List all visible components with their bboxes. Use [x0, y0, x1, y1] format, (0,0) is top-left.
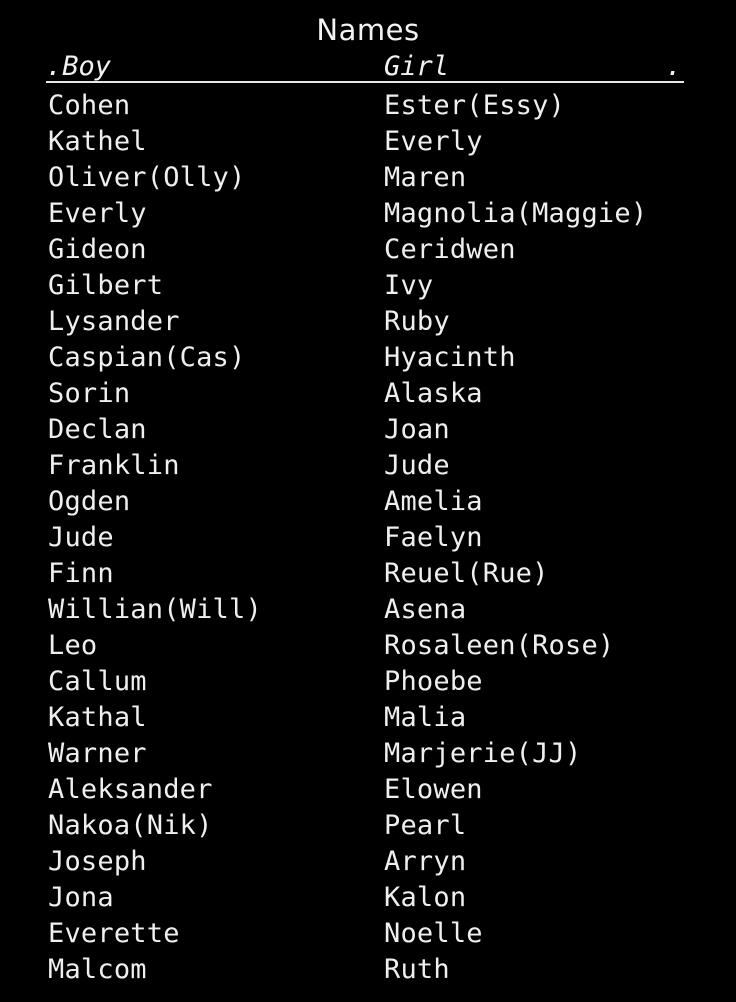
name-cell-boy: Sorin — [48, 378, 131, 409]
name-cell-girl: Hyacinth — [384, 342, 516, 373]
table-row: Kathal Malia — [0, 700, 736, 736]
names-list-page: Names .Boy Girl . Cohen Ester(Essy) Kathel… — [0, 0, 736, 1002]
table-row: Willian(Will) Asena — [0, 592, 736, 628]
name-cell-girl: Asena — [384, 594, 467, 625]
table-row: Jona Kalon — [0, 880, 736, 916]
table-row: Aleksander Elowen — [0, 772, 736, 808]
name-cell-boy: Ogden — [48, 486, 131, 517]
table-row: Jude Faelyn — [0, 520, 736, 556]
name-cell-boy: Declan — [48, 414, 147, 445]
table-row: Gilbert Ivy — [0, 268, 736, 304]
column-header-boy: .Boy — [46, 51, 112, 82]
table-row: Cohen Ester(Essy) — [0, 88, 736, 124]
table-row: Warner Marjerie(JJ) — [0, 736, 736, 772]
name-cell-girl: Ruby — [384, 306, 450, 337]
name-cell-girl: Reuel(Rue) — [384, 558, 549, 589]
name-cell-girl: Phoebe — [384, 666, 483, 697]
name-cell-boy: Finn — [48, 558, 114, 589]
name-cell-boy: Everly — [48, 198, 147, 229]
name-cell-girl: Noelle — [384, 918, 483, 949]
name-cell-girl: Ruth — [384, 954, 450, 985]
column-header-girl: Girl — [384, 51, 450, 82]
table-row: Callum Phoebe — [0, 664, 736, 700]
name-cell-boy: Caspian(Cas) — [48, 342, 246, 373]
table-row: Everette Noelle — [0, 916, 736, 952]
name-cell-girl: Alaska — [384, 378, 483, 409]
name-cell-girl: Rosaleen(Rose) — [384, 630, 615, 661]
name-cell-boy: Callum — [48, 666, 147, 697]
table-row: Nakoa(Nik) Pearl — [0, 808, 736, 844]
table-row: Declan Joan — [0, 412, 736, 448]
name-cell-boy: Joseph — [48, 846, 147, 877]
name-cell-girl: Pearl — [384, 810, 467, 841]
name-cell-boy: Gideon — [48, 234, 147, 265]
name-cell-boy: Oliver(Olly) — [48, 162, 246, 193]
name-cell-girl: Elowen — [384, 774, 483, 805]
page-title: Names — [316, 13, 420, 47]
name-cell-girl: Magnolia(Maggie) — [384, 198, 648, 229]
table-row: Franklin Jude — [0, 448, 736, 484]
name-cell-boy: Malcom — [48, 954, 147, 985]
name-cell-boy: Kathel — [48, 126, 147, 157]
table-row: Kathel Everly — [0, 124, 736, 160]
name-cell-boy: Jude — [48, 522, 114, 553]
table-row: Everly Magnolia(Maggie) — [0, 196, 736, 232]
header-underline-divider — [46, 81, 684, 83]
table-row: Oliver(Olly) Maren — [0, 160, 736, 196]
header-trailing-mark: . — [665, 51, 682, 82]
name-cell-boy: Nakoa(Nik) — [48, 810, 213, 841]
column-headers: .Boy Girl . — [46, 52, 684, 82]
name-cell-boy: Lysander — [48, 306, 180, 337]
table-row: Finn Reuel(Rue) — [0, 556, 736, 592]
name-cell-girl: Arryn — [384, 846, 467, 877]
name-cell-girl: Amelia — [384, 486, 483, 517]
name-cell-girl: Kalon — [384, 882, 467, 913]
name-cell-boy: Franklin — [48, 450, 180, 481]
name-cell-girl: Faelyn — [384, 522, 483, 553]
name-cell-girl: Jude — [384, 450, 450, 481]
name-cell-boy: Leo — [48, 630, 98, 661]
name-cell-boy: Cohen — [48, 90, 131, 121]
table-row: Malcom Ruth — [0, 952, 736, 988]
name-cell-boy: Warner — [48, 738, 147, 769]
name-cell-girl: Everly — [384, 126, 483, 157]
name-cell-girl: Malia — [384, 702, 467, 733]
name-cell-girl: Maren — [384, 162, 467, 193]
name-cell-girl: Joan — [384, 414, 450, 445]
names-table: Cohen Ester(Essy) Kathel Everly Oliver(Olly)… — [0, 88, 736, 988]
table-row: Sorin Alaska — [0, 376, 736, 412]
name-cell-boy: Willian(Will) — [48, 594, 262, 625]
name-cell-girl: Ivy — [384, 270, 434, 301]
name-cell-girl: Ester(Essy) — [384, 90, 566, 121]
table-row: Joseph Arryn — [0, 844, 736, 880]
name-cell-boy: Kathal — [48, 702, 147, 733]
table-row: Ogden Amelia — [0, 484, 736, 520]
name-cell-girl: Ceridwen — [384, 234, 516, 265]
name-cell-girl: Marjerie(JJ) — [384, 738, 582, 769]
table-row: Lysander Ruby — [0, 304, 736, 340]
name-cell-boy: Aleksander — [48, 774, 213, 805]
table-row: Leo Rosaleen(Rose) — [0, 628, 736, 664]
table-row: Caspian(Cas) Hyacinth — [0, 340, 736, 376]
name-cell-boy: Jona — [48, 882, 114, 913]
name-cell-boy: Everette — [48, 918, 180, 949]
table-row: Gideon Ceridwen — [0, 232, 736, 268]
name-cell-boy: Gilbert — [48, 270, 164, 301]
